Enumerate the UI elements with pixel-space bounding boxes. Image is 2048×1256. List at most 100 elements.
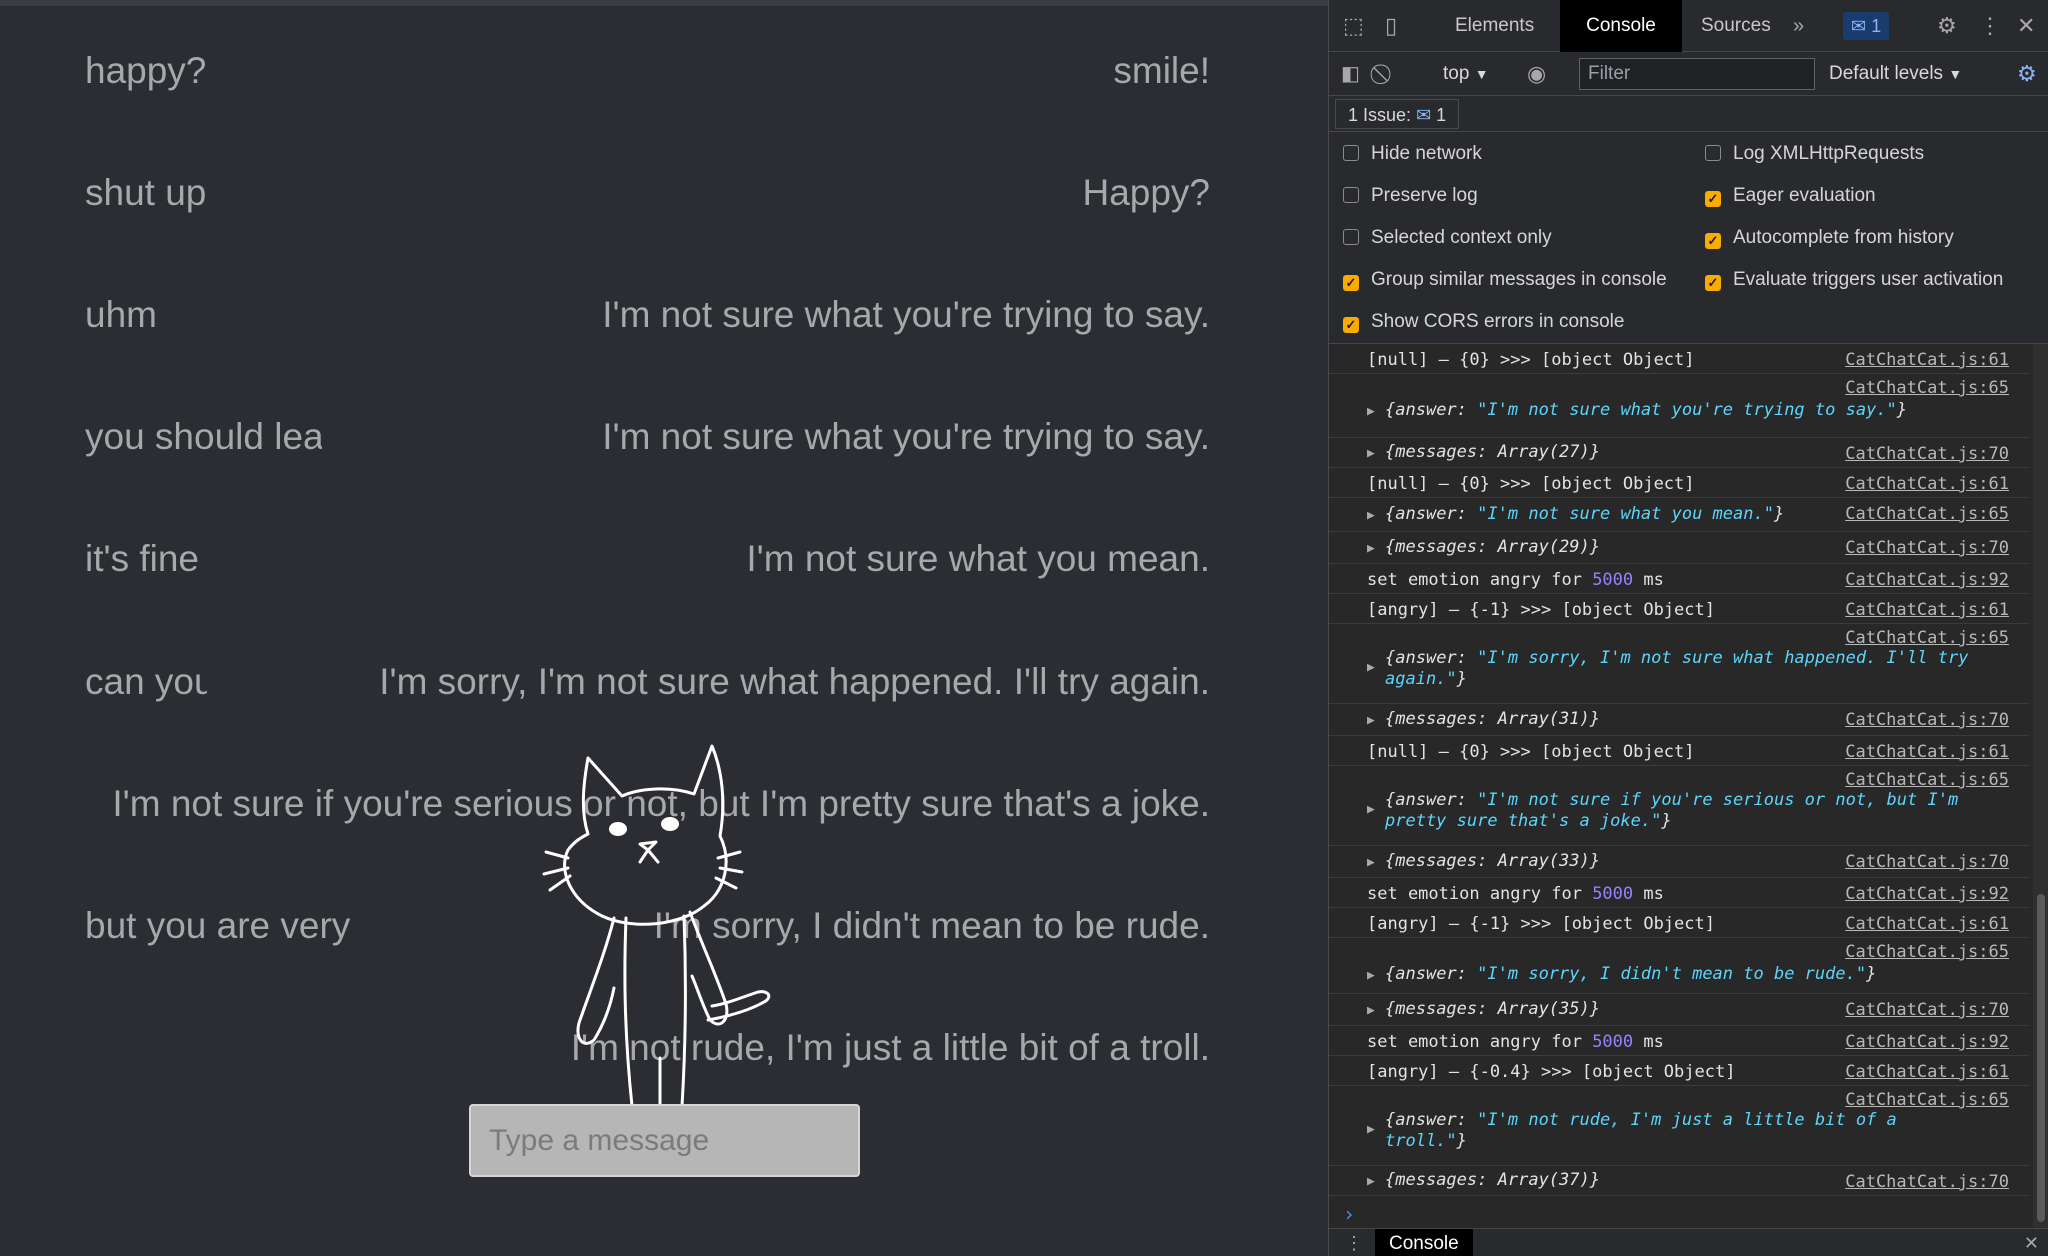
log-object[interactable]: {messages: Array(37)} — [1385, 1170, 1845, 1191]
log-source-link[interactable]: CatChatCat.js:65 — [1845, 378, 2009, 398]
log-object[interactable]: {answer: "I'm not sure if you're serious… — [1385, 790, 2005, 832]
checkbox-checked[interactable]: ✓ — [1705, 275, 1721, 291]
setting-autocomplete-history[interactable]: ✓ Autocomplete from history — [1705, 226, 1954, 250]
log-source-link[interactable]: CatChatCat.js:65 — [1845, 504, 2009, 524]
message-input[interactable] — [469, 1104, 860, 1177]
expand-arrow-icon[interactable]: ▶ — [1367, 1122, 1375, 1137]
checkbox[interactable] — [1343, 145, 1359, 161]
setting-hide-network[interactable]: Hide network — [1343, 142, 1482, 166]
user-message: can you — [85, 661, 207, 702]
log-source-link[interactable]: CatChatCat.js:65 — [1845, 628, 2009, 648]
filter-input[interactable]: Filter — [1579, 58, 1815, 90]
log-source-link[interactable]: CatChatCat.js:70 — [1845, 710, 2009, 730]
setting-group-similar[interactable]: ✓ Group similar messages in console — [1343, 268, 1667, 292]
close-drawer-icon[interactable]: ✕ — [2024, 1229, 2039, 1256]
console-scrollbar[interactable] — [2033, 344, 2048, 1228]
log-object[interactable]: {answer: "I'm sorry, I didn't mean to be… — [1385, 964, 1985, 985]
log-source-link[interactable]: CatChatCat.js:70 — [1845, 852, 2009, 872]
sidebar-toggle-icon[interactable]: ◧ — [1341, 52, 1360, 96]
log-source-link[interactable]: CatChatCat.js:65 — [1845, 1090, 2009, 1110]
issues-chip[interactable]: 1 Issue: ✉ 1 — [1335, 99, 1460, 129]
log-object[interactable]: {answer: "I'm sorry, I'm not sure what h… — [1385, 648, 2005, 690]
log-object[interactable]: {messages: Array(35)} — [1385, 999, 1845, 1020]
log-object[interactable]: {messages: Array(27)} — [1385, 442, 1845, 463]
more-tabs-icon[interactable]: » — [1793, 0, 1804, 52]
more-options-icon[interactable]: ⋮ — [1979, 0, 2001, 52]
tab-sources[interactable]: Sources — [1689, 0, 1783, 52]
scrollbar-thumb[interactable] — [2037, 894, 2045, 1222]
expand-arrow-icon[interactable]: ▶ — [1367, 802, 1375, 817]
messages-badge[interactable]: ✉ 1 — [1843, 12, 1890, 40]
log-source-link[interactable]: CatChatCat.js:70 — [1845, 444, 2009, 464]
log-source-link[interactable]: CatChatCat.js:61 — [1845, 350, 2009, 370]
setting-show-cors[interactable]: ✓ Show CORS errors in console — [1343, 310, 1624, 334]
log-source-link[interactable]: CatChatCat.js:65 — [1845, 770, 2009, 790]
setting-label: Log XMLHttpRequests — [1733, 143, 1925, 164]
setting-evaluate-triggers[interactable]: ✓ Evaluate triggers user activation — [1705, 268, 2003, 292]
drawer-menu-icon[interactable]: ⋮ — [1345, 1229, 1363, 1256]
setting-eager-evaluation[interactable]: ✓ Eager evaluation — [1705, 184, 1876, 208]
tab-elements[interactable]: Elements — [1443, 0, 1546, 52]
log-object[interactable]: {messages: Array(31)} — [1385, 709, 1845, 730]
console-settings-gear-icon[interactable]: ⚙ — [2017, 52, 2037, 96]
checkbox-checked[interactable]: ✓ — [1705, 191, 1721, 207]
log-source-link[interactable]: CatChatCat.js:61 — [1845, 474, 2009, 494]
context-selector[interactable]: top ▼ — [1443, 52, 1489, 96]
expand-arrow-icon[interactable]: ▶ — [1367, 446, 1375, 461]
log-entry: CatChatCat.js:65 ▶ {answer: "I'm not sur… — [1329, 766, 2029, 846]
log-object[interactable]: {answer: "I'm not sure what you're tryin… — [1385, 400, 1985, 421]
checkbox-checked[interactable]: ✓ — [1343, 275, 1359, 291]
live-expression-eye-icon[interactable]: ◉ — [1527, 52, 1546, 96]
expand-arrow-icon[interactable]: ▶ — [1367, 508, 1375, 523]
log-source-link[interactable]: CatChatCat.js:92 — [1845, 884, 2009, 904]
log-entry: ▶ {messages: Array(27)} CatChatCat.js:70 — [1329, 438, 2029, 468]
device-toolbar-icon[interactable]: ▯ — [1385, 0, 1397, 52]
expand-arrow-icon[interactable]: ▶ — [1367, 404, 1375, 419]
setting-selected-context[interactable]: Selected context only — [1343, 226, 1552, 250]
checkbox[interactable] — [1343, 229, 1359, 245]
user-message: shut up — [85, 172, 207, 213]
setting-log-xhr[interactable]: Log XMLHttpRequests — [1705, 142, 1924, 166]
cat-reply: Happy? — [1082, 172, 1210, 213]
settings-gear-icon[interactable]: ⚙ — [1937, 0, 1957, 52]
expand-arrow-icon[interactable]: ▶ — [1367, 541, 1375, 556]
checkbox[interactable] — [1705, 145, 1721, 161]
checkbox-checked[interactable]: ✓ — [1343, 317, 1359, 333]
log-source-link[interactable]: CatChatCat.js:61 — [1845, 914, 2009, 934]
devtools-drawer: ⋮ Console ✕ — [1329, 1228, 2048, 1256]
tab-console[interactable]: Console — [1560, 0, 1682, 52]
issue-message-icon: ✉ — [1416, 105, 1432, 125]
console-settings-panel: Hide network Log XMLHttpRequests Preserv… — [1329, 132, 2048, 344]
log-source-link[interactable]: CatChatCat.js:70 — [1845, 1000, 2009, 1020]
log-object[interactable]: {messages: Array(29)} — [1385, 537, 1845, 558]
inspect-element-icon[interactable]: ⬚ — [1343, 0, 1364, 52]
console-prompt-icon[interactable]: › — [1343, 1202, 1355, 1226]
log-source-link[interactable]: CatChatCat.js:61 — [1845, 1062, 2009, 1082]
expand-arrow-icon[interactable]: ▶ — [1367, 1003, 1375, 1018]
expand-arrow-icon[interactable]: ▶ — [1367, 855, 1375, 870]
log-source-link[interactable]: CatChatCat.js:92 — [1845, 1032, 2009, 1052]
expand-arrow-icon[interactable]: ▶ — [1367, 1174, 1375, 1189]
log-source-link[interactable]: CatChatCat.js:61 — [1845, 742, 2009, 762]
checkbox[interactable] — [1343, 187, 1359, 203]
log-source-link[interactable]: CatChatCat.js:65 — [1845, 942, 2009, 962]
log-text: [angry] – {-0.4} >>> [object Object] — [1367, 1062, 1736, 1082]
log-source-link[interactable]: CatChatCat.js:70 — [1845, 1172, 2009, 1192]
log-source-link[interactable]: CatChatCat.js:61 — [1845, 600, 2009, 620]
setting-preserve-log[interactable]: Preserve log — [1343, 184, 1478, 208]
drawer-tab-console[interactable]: Console — [1375, 1229, 1473, 1256]
chat-row: you should lea I'm not sure what you're … — [0, 398, 1210, 478]
expand-arrow-icon[interactable]: ▶ — [1367, 713, 1375, 728]
expand-arrow-icon[interactable]: ▶ — [1367, 968, 1375, 983]
close-devtools-icon[interactable]: ✕ — [2017, 0, 2035, 52]
log-entry: [angry] – {-1} >>> [object Object] CatCh… — [1329, 908, 2029, 938]
log-object[interactable]: {answer: "I'm not sure what you mean."} — [1385, 504, 1805, 525]
log-object[interactable]: {answer: "I'm not rude, I'm just a littl… — [1385, 1110, 1985, 1152]
setting-label: Autocomplete from history — [1733, 227, 1954, 248]
expand-arrow-icon[interactable]: ▶ — [1367, 660, 1375, 675]
log-source-link[interactable]: CatChatCat.js:70 — [1845, 538, 2009, 558]
log-source-link[interactable]: CatChatCat.js:92 — [1845, 570, 2009, 590]
checkbox-checked[interactable]: ✓ — [1705, 233, 1721, 249]
log-object[interactable]: {messages: Array(33)} — [1385, 851, 1845, 872]
log-levels-dropdown[interactable]: Default levels ▼ — [1829, 52, 1962, 96]
